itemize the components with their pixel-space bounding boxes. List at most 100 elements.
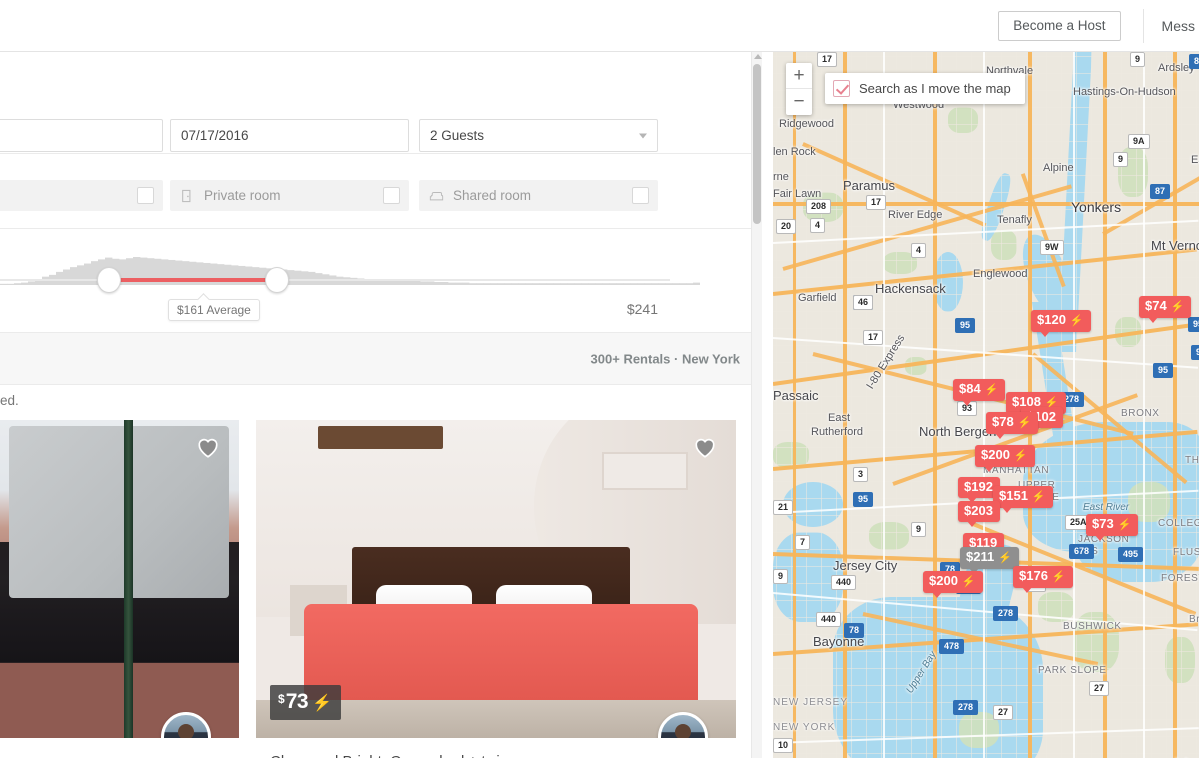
search-as-move-label: Search as I move the map (859, 81, 1011, 96)
nav-divider (1142, 8, 1144, 43)
highway-shield: 95 (853, 492, 874, 507)
highway-shield: 9 (773, 569, 789, 584)
map-price-marker[interactable]: $73 ⚡ (1086, 514, 1139, 541)
highway-shield: 278 (993, 606, 1019, 621)
scrollbar-thumb[interactable] (753, 64, 761, 224)
instant-book-bolt-icon: ⚡ (961, 576, 976, 588)
instant-book-bolt-icon: ⚡ (1051, 571, 1066, 583)
highway-shield: 20 (776, 219, 797, 234)
room-type-shared-room-checkbox[interactable] (632, 187, 649, 204)
marker-price: $211 (966, 549, 995, 564)
map-price-marker[interactable]: $203 (958, 501, 1000, 527)
price-max-label: $241 (626, 301, 658, 317)
highway-shield: 9 (1113, 152, 1129, 167)
marker-price: $176 (1019, 568, 1048, 583)
map-price-marker[interactable]: $200 ⚡ (923, 571, 983, 598)
instant-book-bolt-icon: ⚡ (984, 384, 999, 396)
map-price-marker[interactable]: $78 ⚡ (986, 412, 1039, 439)
room-type-filter-row: me/apt Private room Shared room (0, 164, 762, 229)
search-as-move-checkbox[interactable] (833, 80, 850, 97)
map-zoom-controls[interactable]: + − (786, 63, 812, 115)
price-slider-max-handle[interactable] (265, 267, 289, 293)
highway-shield: 87 (1150, 184, 1171, 199)
zoom-in-button[interactable]: + (786, 63, 812, 89)
map-price-marker[interactable]: $176 ⚡ (1013, 566, 1073, 593)
highway-shield: 3 (853, 467, 869, 482)
become-a-host-label: Become a Host (1013, 18, 1106, 33)
instant-book-bolt-icon: ⚡ (1017, 417, 1032, 429)
room-type-private-room-checkbox[interactable] (383, 187, 400, 204)
listing-card[interactable]: wn (0, 420, 239, 758)
results-count-bar: 300+ Rentals · New York (0, 333, 762, 385)
room-type-entire-home[interactable]: me/apt (0, 180, 163, 211)
highway-shield: 95 (1191, 345, 1199, 360)
checkin-date-input[interactable]: 07/17/2016 (170, 119, 409, 152)
highway-shield: 27 (1089, 681, 1110, 696)
highway-shield: 10 (773, 738, 794, 753)
instant-book-bolt-icon: ⚡ (1117, 519, 1132, 531)
map-price-marker[interactable]: $200 ⚡ (975, 445, 1035, 472)
listing-price-badge: $ 73 ⚡ (270, 685, 341, 720)
search-as-i-move-toggle[interactable]: Search as I move the map (825, 73, 1025, 104)
listing-photo[interactable] (0, 420, 239, 738)
highway-shield: 7 (795, 535, 811, 550)
highway-shield: 9 (911, 522, 927, 537)
room-type-shared-room[interactable]: Shared room (419, 180, 658, 211)
scroll-up-arrow-icon[interactable] (754, 54, 762, 59)
room-type-entire-home-checkbox[interactable] (137, 187, 154, 204)
instant-book-bolt-icon: ⚡ (1170, 301, 1185, 313)
marker-price: $203 (964, 503, 993, 518)
highway-shield: 278 (953, 700, 979, 715)
top-navigation-bar: Become a Host Mess (0, 0, 1199, 52)
marker-price: $73 (1092, 516, 1114, 531)
avatar-face (178, 723, 194, 738)
map-base-tiles (773, 52, 1199, 758)
marker-price: $74 (1145, 298, 1167, 313)
listing-title[interactable]: Clean and Bright. Queen bed + twin (270, 752, 734, 758)
highway-shield: 46 (853, 295, 874, 310)
map-price-marker[interactable]: $84 ⚡ (953, 379, 1006, 406)
listing-photo[interactable]: $ 73 ⚡ (256, 420, 736, 738)
map-panel[interactable]: Northvale Ardsley Hastings-On-Hudson Westwo… (773, 52, 1199, 758)
price-range-filter: $161 Average $241 (0, 229, 762, 333)
price-average-tooltip: $161 Average (168, 299, 260, 321)
highway-shield: 21 (773, 500, 794, 515)
listing-card[interactable]: $ 73 ⚡ Clean and Bright. Queen bed + twi… (256, 420, 736, 758)
highway-shield: 208 (806, 199, 832, 214)
favorite-heart-icon[interactable] (692, 434, 718, 460)
map-price-marker[interactable]: $74 ⚡ (1139, 296, 1192, 323)
listing-title[interactable]: wn (0, 752, 237, 758)
map-price-marker[interactable]: $120 ⚡ (1031, 310, 1091, 337)
filter-divider-1 (0, 153, 762, 154)
price-currency: $ (278, 692, 285, 706)
highway-shield: 4 (810, 218, 826, 233)
highway-shield: 440 (816, 612, 842, 627)
highway-shield: 78 (844, 623, 865, 638)
results-scrollbar[interactable] (751, 52, 762, 758)
favorite-heart-icon[interactable] (195, 434, 221, 460)
messages-link[interactable]: Mess (1162, 18, 1199, 34)
search-results-panel: 07/17/2016 2 Guests me/apt Private room (0, 52, 762, 758)
room-type-private-room-label: Private room (204, 188, 281, 203)
become-a-host-button[interactable]: Become a Host (998, 10, 1121, 41)
marker-price: $120 (1037, 312, 1066, 327)
room-type-shared-room-label: Shared room (453, 188, 532, 203)
listing-card-grid: wn (0, 420, 762, 758)
guests-value: 2 Guests (430, 128, 485, 143)
room-type-entire-home-label: me/apt (0, 188, 137, 203)
instant-book-bolt-icon: ⚡ (312, 695, 332, 712)
marker-price: $84 (959, 381, 981, 396)
highway-shield: 27 (993, 705, 1014, 720)
marker-price: $192 (964, 479, 993, 494)
map-price-marker[interactable]: $151 ⚡ (993, 486, 1053, 513)
room-type-private-room[interactable]: Private room (170, 180, 409, 211)
guests-select[interactable]: 2 Guests (419, 119, 658, 152)
map-price-marker[interactable]: $211 ⚡ (960, 547, 1019, 574)
price-slider-min-handle[interactable] (97, 267, 121, 293)
instant-book-bolt-icon: ⚡ (998, 552, 1012, 564)
zoom-out-button[interactable]: − (786, 89, 812, 115)
instant-book-bolt-icon: ⚡ (1031, 491, 1046, 503)
highway-shield: 4 (911, 243, 927, 258)
chevron-down-icon (639, 133, 647, 138)
location-input[interactable] (0, 119, 163, 152)
